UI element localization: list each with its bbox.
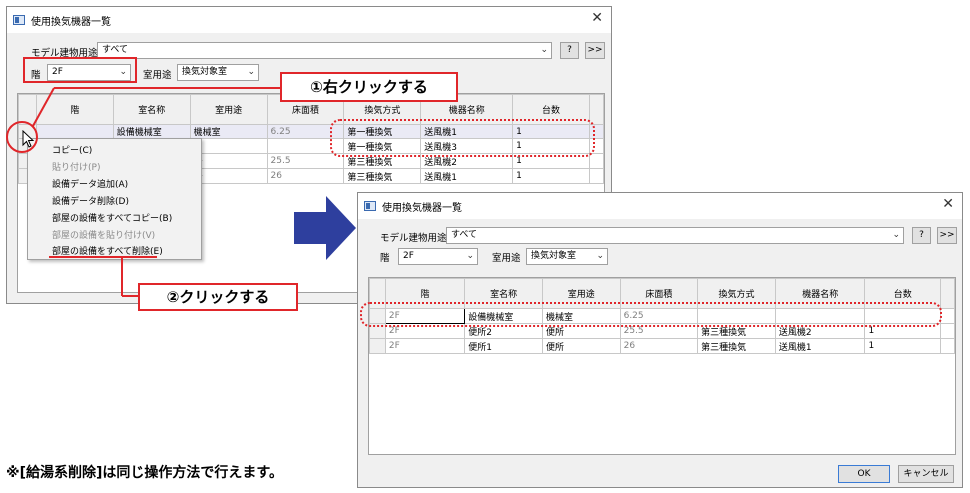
row-header[interactable] (369, 338, 386, 354)
dialog-2-title: 使用換気機器一覧 (382, 203, 462, 214)
chevron-down-icon: ⌄ (540, 45, 548, 55)
table-cell[interactable]: 26 (619, 338, 699, 354)
room-use-value: 換気対象室 (531, 251, 577, 261)
table-cell[interactable]: 送風機1 (420, 168, 514, 184)
model-use-label: モデル建物用途 (380, 233, 447, 244)
model-use-value: すべて (451, 230, 478, 240)
chevron-down-icon: ⌄ (596, 251, 604, 261)
expand-button[interactable]: >> (585, 42, 605, 59)
table-row[interactable]: 2F 便所1 便所 26 第三種換気 送風機1 1 (369, 338, 956, 354)
column-header-filler (939, 278, 956, 309)
room-use-label: 室用途 (492, 253, 521, 264)
table-cell (588, 153, 605, 169)
table-cell (939, 308, 956, 324)
table-cell[interactable]: 便所1 (464, 338, 544, 354)
rows-highlight-dotted (330, 119, 595, 157)
footnote-text: ※[給湯系削除]は同じ操作方法で行えます。 (6, 465, 284, 481)
table-cell[interactable]: 送風機1 (774, 338, 866, 354)
table-cell (939, 323, 956, 339)
chevron-down-icon: ⌄ (892, 230, 900, 240)
table-cell[interactable]: 1 (864, 338, 941, 354)
model-use-combo[interactable]: すべて ⌄ (446, 227, 904, 244)
cancel-button[interactable]: キャンセル (898, 465, 954, 483)
table-cell[interactable]: 1 (512, 168, 590, 184)
chevron-down-icon: ⌄ (466, 251, 474, 261)
dialog-2-titlebar: 使用換気機器一覧 ✕ (358, 193, 962, 219)
help-button[interactable]: ? (912, 227, 931, 244)
floor-value: 2F (403, 251, 414, 261)
arrow-right-icon (294, 196, 356, 260)
callout-connector-lines (6, 87, 280, 297)
step2-callout: ②クリックする (138, 283, 298, 311)
floor-label: 階 (380, 253, 390, 264)
table-cell[interactable]: 第三種換気 (343, 168, 422, 184)
column-header-filler (588, 94, 605, 125)
table-cell (939, 338, 956, 354)
expand-button[interactable]: >> (937, 227, 957, 244)
ok-button[interactable]: OK (838, 465, 890, 483)
window-icon (364, 201, 376, 211)
room-use-combo[interactable]: 換気対象室 ⌄ (526, 248, 608, 265)
ventilation-dialog-2: 使用換気機器一覧 ✕ モデル建物用途 すべて ⌄ ? >> 階 2F ⌄ 室用途… (357, 192, 963, 488)
table-cell[interactable]: 2F (384, 338, 466, 354)
close-icon[interactable]: ✕ (942, 196, 954, 212)
table-cell[interactable]: 第三種換気 (697, 338, 776, 354)
result-row-highlight-dotted (360, 302, 942, 327)
help-button[interactable]: ? (560, 42, 579, 59)
floor-combo[interactable]: 2F ⌄ (398, 248, 478, 265)
step1-callout: ①右クリックする (280, 72, 458, 102)
table-cell[interactable]: 便所 (542, 338, 621, 354)
close-icon[interactable]: ✕ (591, 10, 603, 26)
table-cell (588, 168, 605, 184)
